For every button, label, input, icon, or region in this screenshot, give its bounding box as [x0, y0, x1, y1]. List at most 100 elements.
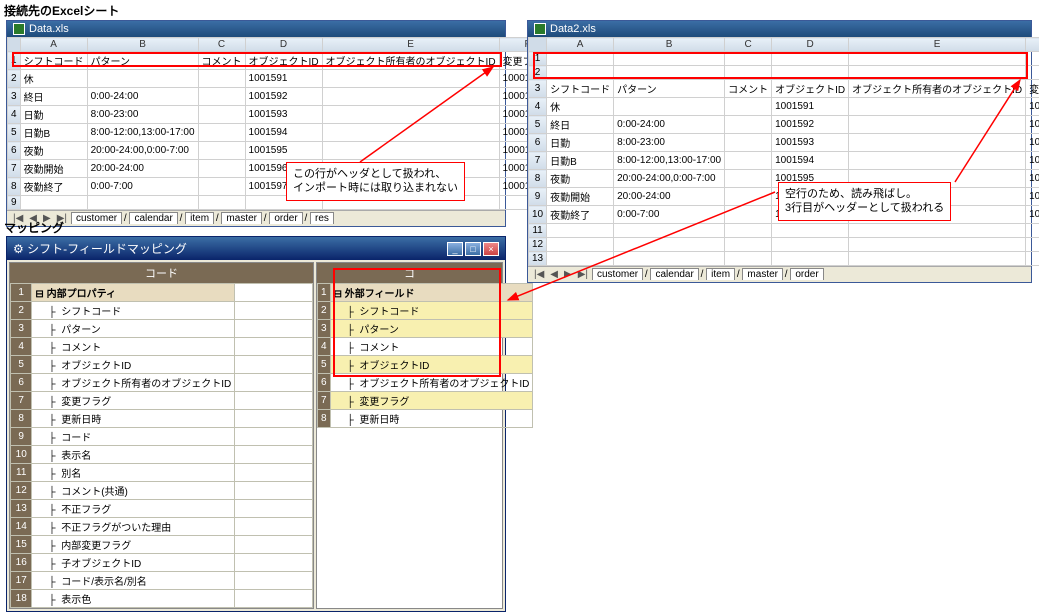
- row-header[interactable]: 9: [8, 196, 21, 210]
- cell[interactable]: [198, 160, 245, 178]
- cell[interactable]: [849, 252, 1026, 266]
- row-header[interactable]: 9: [529, 188, 547, 206]
- cell[interactable]: [725, 170, 772, 188]
- row-header[interactable]: 7: [8, 160, 21, 178]
- row-header[interactable]: 3: [529, 80, 547, 98]
- cell[interactable]: [725, 66, 772, 80]
- sheet-tab[interactable]: calendar: [650, 268, 698, 280]
- cell[interactable]: [772, 66, 849, 80]
- cell[interactable]: [1026, 238, 1039, 252]
- cell[interactable]: 1001594: [245, 124, 322, 142]
- cell[interactable]: 1000165: [1026, 98, 1039, 116]
- cell[interactable]: 1001593: [245, 106, 322, 124]
- row-header[interactable]: 6: [8, 142, 21, 160]
- row-header[interactable]: 3: [8, 88, 21, 106]
- cell[interactable]: [547, 224, 614, 238]
- cell[interactable]: [20, 196, 87, 210]
- cell[interactable]: 休: [547, 98, 614, 116]
- sheet-tabs[interactable]: |◀ ◀ ▶ ▶| customer / calendar / item / m…: [528, 266, 1031, 282]
- cell[interactable]: パターン: [87, 52, 198, 70]
- cell[interactable]: 20:00-24:00: [87, 160, 198, 178]
- cell[interactable]: コメント: [198, 52, 245, 70]
- cell[interactable]: 0:00-7:00: [87, 178, 198, 196]
- cell[interactable]: [198, 142, 245, 160]
- cell[interactable]: シフトコード: [547, 80, 614, 98]
- sheet-tab[interactable]: master: [221, 212, 262, 224]
- cell[interactable]: [725, 134, 772, 152]
- cell[interactable]: 夜勤終了: [20, 178, 87, 196]
- cell[interactable]: 1000165: [1026, 134, 1039, 152]
- cell[interactable]: [198, 196, 245, 210]
- cell[interactable]: 8:00-12:00,13:00-17:00: [614, 152, 725, 170]
- tab-first-icon[interactable]: |◀: [532, 269, 546, 280]
- tree-item[interactable]: ├ オブジェクトID: [330, 356, 533, 374]
- cell[interactable]: 1001591: [772, 98, 849, 116]
- col-header[interactable]: E: [322, 38, 499, 52]
- cell[interactable]: [725, 98, 772, 116]
- excel-titlebar[interactable]: Data.xls: [7, 21, 505, 37]
- cell[interactable]: 20:00-24:00,0:00-7:00: [87, 142, 198, 160]
- tree-root[interactable]: ⊟ 内部プロパティ: [32, 284, 235, 302]
- cell[interactable]: [725, 188, 772, 206]
- row-header[interactable]: 2: [529, 66, 547, 80]
- cell[interactable]: [725, 116, 772, 134]
- cell[interactable]: 日勤: [20, 106, 87, 124]
- cell[interactable]: 8:00-12:00,13:00-17:00: [87, 124, 198, 142]
- col-header[interactable]: B: [87, 38, 198, 52]
- col-header[interactable]: D: [772, 38, 849, 52]
- tree-item[interactable]: ├ パターン: [32, 320, 235, 338]
- tree-item[interactable]: ├ 表示名: [32, 446, 235, 464]
- cell[interactable]: [322, 124, 499, 142]
- cell[interactable]: [725, 224, 772, 238]
- cell[interactable]: [1026, 224, 1039, 238]
- tree-item[interactable]: ├ 変更フラグ: [32, 392, 235, 410]
- row-header[interactable]: 1: [8, 52, 21, 70]
- cell[interactable]: 8:00-23:00: [87, 106, 198, 124]
- excel-titlebar[interactable]: Data2.xls: [528, 21, 1031, 37]
- cell[interactable]: パターン: [614, 80, 725, 98]
- cell[interactable]: 1001592: [772, 116, 849, 134]
- tree-item[interactable]: ├ シフトコード: [330, 302, 533, 320]
- tree-item[interactable]: ├ 不正フラグがついた理由: [32, 518, 235, 536]
- cell[interactable]: 終日: [20, 88, 87, 106]
- cell[interactable]: 日勤B: [20, 124, 87, 142]
- sheet-tab[interactable]: master: [742, 268, 783, 280]
- sheet-tab[interactable]: order: [269, 212, 302, 224]
- tree-item[interactable]: ├ シフトコード: [32, 302, 235, 320]
- cell[interactable]: [547, 238, 614, 252]
- cell[interactable]: [198, 178, 245, 196]
- sheet-tab[interactable]: customer: [71, 212, 122, 224]
- cell[interactable]: 8:00-23:00: [614, 134, 725, 152]
- col-header[interactable]: C: [198, 38, 245, 52]
- tree-item[interactable]: ├ 更新日時: [32, 410, 235, 428]
- sheet-tab[interactable]: item: [185, 212, 214, 224]
- cell[interactable]: [547, 252, 614, 266]
- cell[interactable]: 1000165: [1026, 188, 1039, 206]
- cell[interactable]: [1026, 66, 1039, 80]
- tree-internal[interactable]: 1⊟ 内部プロパティ2├ シフトコード3├ パターン4├ コメント5├ オブジェ…: [10, 283, 313, 608]
- cell[interactable]: [725, 206, 772, 224]
- cell[interactable]: 日勤: [547, 134, 614, 152]
- cell[interactable]: [614, 238, 725, 252]
- cell[interactable]: [725, 238, 772, 252]
- sheet-tab[interactable]: item: [706, 268, 735, 280]
- cell[interactable]: [322, 106, 499, 124]
- cell[interactable]: 1000165: [1026, 116, 1039, 134]
- cell[interactable]: [614, 66, 725, 80]
- col-header[interactable]: E: [849, 38, 1026, 52]
- cell[interactable]: [849, 52, 1026, 66]
- cell[interactable]: [849, 224, 1026, 238]
- row-header[interactable]: 12: [529, 238, 547, 252]
- cell[interactable]: 夜勤開始: [20, 160, 87, 178]
- row-header[interactable]: 4: [8, 106, 21, 124]
- tree-item[interactable]: ├ 表示色: [32, 590, 235, 608]
- cell[interactable]: コメント: [725, 80, 772, 98]
- tree-item[interactable]: ├ コード/表示名/別名: [32, 572, 235, 590]
- cell[interactable]: オブジェクトID: [245, 52, 322, 70]
- row-header[interactable]: 5: [529, 116, 547, 134]
- cell[interactable]: 終日: [547, 116, 614, 134]
- tree-item[interactable]: ├ コード: [32, 428, 235, 446]
- mapping-titlebar[interactable]: ⚙ シフト-フィールドマッピング _ □ ×: [7, 237, 505, 260]
- tree-item[interactable]: ├ 別名: [32, 464, 235, 482]
- tab-next-icon[interactable]: ▶: [562, 269, 574, 280]
